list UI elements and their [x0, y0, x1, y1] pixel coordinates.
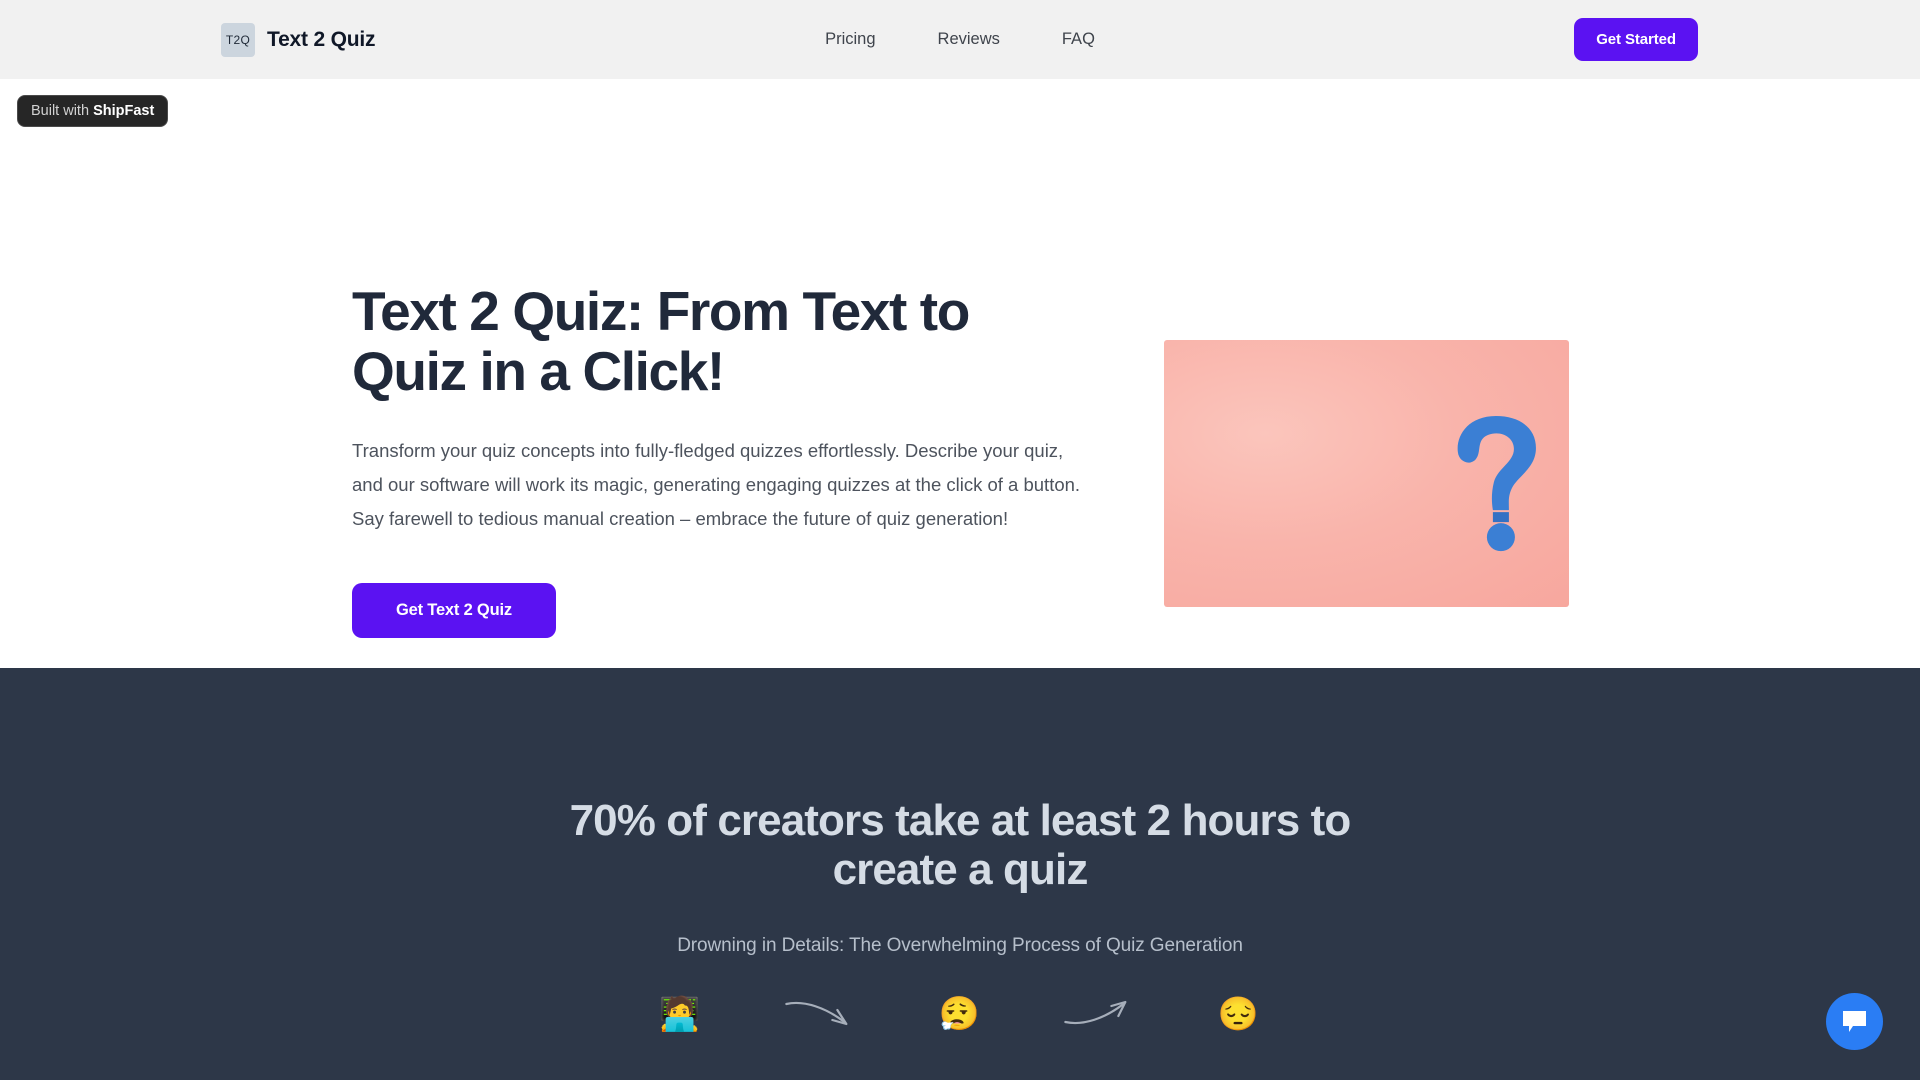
site-header: T2Q Text 2 Quiz Pricing Reviews FAQ Get …: [0, 0, 1920, 79]
chat-widget-button[interactable]: [1826, 993, 1883, 1050]
hero-title: Text 2 Quiz: From Text to Quiz in a Clic…: [352, 280, 970, 402]
badge-brand-text: ShipFast: [93, 103, 155, 119]
arrow-down-right-icon: [785, 1001, 848, 1026]
problem-subtitle: Drowning in Details: The Overwhelming Pr…: [677, 935, 1243, 956]
brand-logo-link[interactable]: T2Q Text 2 Quiz: [221, 22, 376, 57]
main-navigation: Pricing Reviews FAQ: [825, 30, 1095, 49]
hero-description: Transform your quiz concepts into fully-…: [352, 440, 1081, 529]
chat-bubble-icon: [1843, 1011, 1866, 1032]
hero-cta-button[interactable]: Get Text 2 Quiz: [352, 583, 556, 638]
face-exhaling-emoji: 😮‍💨: [938, 994, 982, 1032]
hero-text-block: Text 2 Quiz: From Text to Quiz in a Clic…: [352, 281, 1092, 638]
problem-flow-diagram: 🧑‍💻 😮‍💨 😔: [659, 996, 1260, 1030]
question-mark-illustration: [1457, 416, 1537, 552]
nav-item-faq[interactable]: FAQ: [1062, 30, 1095, 49]
problem-section: 70% of creators take at least 2 hours to…: [0, 668, 1920, 1080]
brand-logo-mark: T2Q: [221, 22, 255, 57]
get-started-button[interactable]: Get Started: [1574, 18, 1698, 61]
arrow-up-right-icon: [1064, 1000, 1127, 1025]
person-at-laptop-emoji: 🧑‍💻: [659, 994, 703, 1032]
brand-name: Text 2 Quiz: [267, 27, 376, 51]
nav-item-reviews[interactable]: Reviews: [938, 30, 1000, 49]
built-with-shipfast-badge[interactable]: Built with ShipFast: [17, 95, 169, 127]
pensive-face-emoji: 😔: [1217, 994, 1261, 1032]
hero-image: [1164, 340, 1569, 607]
hero-section: Text 2 Quiz: From Text to Quiz in a Clic…: [0, 79, 1920, 668]
badge-prefix-text: Built with: [31, 103, 94, 119]
problem-title: 70% of creators take at least 2 hours to…: [569, 796, 1352, 894]
nav-item-pricing[interactable]: Pricing: [825, 30, 875, 49]
